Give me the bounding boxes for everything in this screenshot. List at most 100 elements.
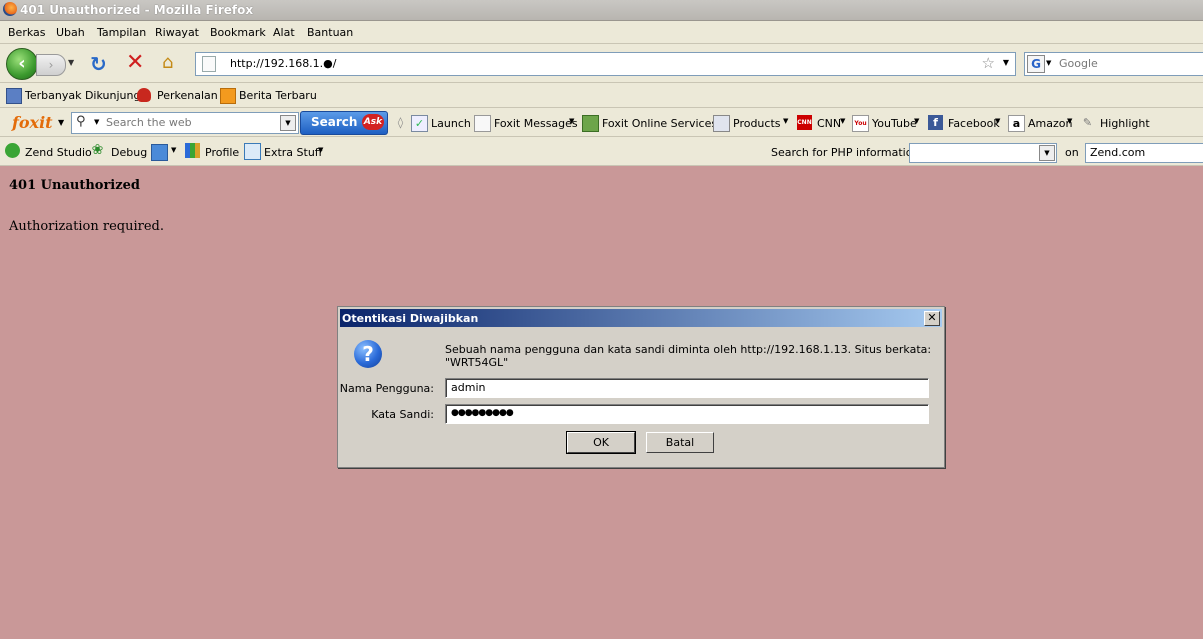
profile-button[interactable]: Profile: [205, 146, 239, 159]
highlight-pen-icon: ✎: [1082, 116, 1093, 129]
foxit-dropdown-icon[interactable]: ▼: [58, 118, 64, 127]
foxit-cnn[interactable]: CNN: [817, 117, 841, 130]
forward-button[interactable]: ›: [36, 54, 66, 76]
youtube-icon: You: [852, 115, 869, 132]
firefox-logo-icon: [3, 2, 17, 16]
page-body-text: Authorization required.: [9, 219, 164, 234]
debug-bug-icon: ❀: [91, 142, 104, 158]
foxit-facebook[interactable]: Facebook: [948, 117, 1000, 130]
reload-icon[interactable]: ↻: [90, 52, 107, 76]
username-value: admin: [451, 381, 486, 394]
bookmark-latest-headlines[interactable]: Berita Terbaru: [239, 89, 317, 102]
products-icon: [713, 115, 730, 132]
foxit-search-input[interactable]: ⚲ ▼ Search the web ▼: [71, 112, 299, 134]
password-value: ●●●●●●●●●: [451, 408, 514, 418]
username-label: Nama Pengguna:: [339, 382, 434, 395]
extra-stuff-dropdown-icon[interactable]: ▼: [318, 146, 323, 154]
menu-berkas[interactable]: Berkas: [8, 26, 46, 39]
foxit-messages-dropdown-icon[interactable]: ▼: [569, 117, 574, 125]
page-heading: 401 Unauthorized: [9, 178, 140, 193]
window-title: 401 Unauthorized - Mozilla Firefox: [20, 3, 254, 17]
engine-dropdown-icon[interactable]: ▼: [1046, 59, 1051, 67]
menu-bookmark[interactable]: Bookmark: [210, 26, 266, 39]
foxit-products[interactable]: Products: [733, 117, 781, 130]
url-dropdown-icon[interactable]: ▼: [1003, 58, 1009, 67]
zend-site-select[interactable]: Zend.com: [1085, 143, 1203, 163]
menu-riwayat[interactable]: Riwayat: [155, 26, 199, 39]
menu-tampilan[interactable]: Tampilan: [97, 26, 146, 39]
cancel-button[interactable]: Batal: [646, 432, 714, 453]
monitor-dropdown-icon[interactable]: ▼: [171, 146, 176, 154]
ask-search-button[interactable]: Search Ask: [300, 111, 388, 135]
search-history-dropdown-icon[interactable]: ▼: [280, 115, 296, 131]
password-label: Kata Sandi:: [371, 408, 434, 421]
bookmark-star-icon[interactable]: ☆: [982, 54, 995, 72]
separator-handle-icon: ◊: [397, 116, 404, 129]
foxit-amazon[interactable]: Amazon: [1028, 117, 1072, 130]
most-visited-icon: [6, 88, 22, 104]
cnn-icon: CNN: [797, 115, 812, 130]
search-dropdown-icon[interactable]: ▼: [94, 118, 99, 126]
ok-button[interactable]: OK: [566, 431, 636, 454]
foxit-messages[interactable]: Foxit Messages: [494, 117, 578, 130]
debug-button[interactable]: Debug: [111, 146, 147, 159]
search-bar[interactable]: G ▼ Google: [1024, 52, 1203, 76]
bookmark-most-visited[interactable]: Terbanyak Dikunjungi: [25, 89, 144, 102]
home-icon[interactable]: ⌂: [162, 52, 173, 73]
search-icon: ⚲: [76, 114, 86, 129]
online-services-icon: [582, 115, 599, 132]
zend-studio-button[interactable]: Zend Studio: [25, 146, 92, 159]
launch-icon: ✓: [411, 115, 428, 132]
getting-started-icon: [137, 88, 151, 102]
profile-icon: [185, 143, 200, 158]
zend-toolbar: Zend Studio ❀ Debug ▼ Profile Extra Stuf…: [0, 137, 1203, 166]
php-search-input[interactable]: ▼: [909, 143, 1057, 163]
on-label: on: [1065, 146, 1079, 159]
url-text: http://192.168.1.●/: [230, 57, 337, 70]
dialog-message: Sebuah nama pengguna dan kata sandi dimi…: [445, 343, 932, 369]
zend-site-value: Zend.com: [1090, 146, 1146, 159]
menu-alat[interactable]: Alat: [273, 26, 295, 39]
url-bar[interactable]: http://192.168.1.●/ ☆ ▼: [195, 52, 1016, 76]
foxit-highlight[interactable]: Highlight: [1100, 117, 1150, 130]
amazon-icon: a: [1008, 115, 1025, 132]
back-button[interactable]: ‹: [6, 48, 38, 80]
window-titlebar: 401 Unauthorized - Mozilla Firefox: [0, 0, 1203, 21]
ask-search-label: Search: [311, 115, 358, 129]
foxit-online-services[interactable]: Foxit Online Services: [602, 117, 717, 130]
products-dropdown-icon[interactable]: ▼: [783, 117, 788, 125]
monitor-icon[interactable]: [151, 144, 168, 161]
bookmark-getting-started[interactable]: Perkenalan: [157, 89, 218, 102]
stop-icon[interactable]: ✕: [126, 50, 144, 75]
cnn-dropdown-icon[interactable]: ▼: [840, 117, 845, 125]
menu-ubah[interactable]: Ubah: [56, 26, 85, 39]
rss-feed-icon: [220, 88, 236, 104]
foxit-search-placeholder: Search the web: [106, 116, 192, 129]
youtube-dropdown-icon[interactable]: ▼: [914, 117, 919, 125]
menu-bantuan[interactable]: Bantuan: [307, 26, 353, 39]
php-search-dropdown-icon[interactable]: ▼: [1039, 145, 1055, 161]
history-dropdown-icon[interactable]: ▼: [68, 58, 74, 67]
php-search-label: Search for PHP information:: [771, 146, 924, 159]
foxit-youtube[interactable]: YouTube: [872, 117, 917, 130]
foxit-toolbar: foxit ▼ ⚲ ▼ Search the web ▼ Search Ask …: [0, 108, 1203, 137]
foxit-logo[interactable]: foxit: [12, 113, 53, 132]
question-icon: ?: [354, 340, 382, 368]
menu-bar: Berkas Ubah Tampilan Riwayat Bookmark Al…: [0, 21, 1203, 44]
search-placeholder: Google: [1059, 57, 1098, 70]
ask-logo-icon: Ask: [362, 114, 384, 130]
dialog-title: Otentikasi Diwajibkan: [342, 312, 479, 325]
facebook-dropdown-icon[interactable]: ▼: [995, 117, 1000, 125]
extra-stuff-button[interactable]: Extra Stuff: [264, 146, 322, 159]
page-icon: [202, 56, 216, 72]
username-field[interactable]: admin: [445, 378, 929, 398]
zend-studio-icon: [5, 143, 20, 158]
google-engine-icon[interactable]: G: [1027, 55, 1045, 73]
messages-icon: [474, 115, 491, 132]
extra-stuff-icon: [244, 143, 261, 160]
amazon-dropdown-icon[interactable]: ▼: [1067, 117, 1072, 125]
foxit-launch[interactable]: Launch: [431, 117, 471, 130]
bookmarks-toolbar: Terbanyak Dikunjungi Perkenalan Berita T…: [0, 83, 1203, 108]
password-field[interactable]: ●●●●●●●●●: [445, 404, 929, 424]
dialog-close-button[interactable]: ✕: [924, 311, 940, 326]
